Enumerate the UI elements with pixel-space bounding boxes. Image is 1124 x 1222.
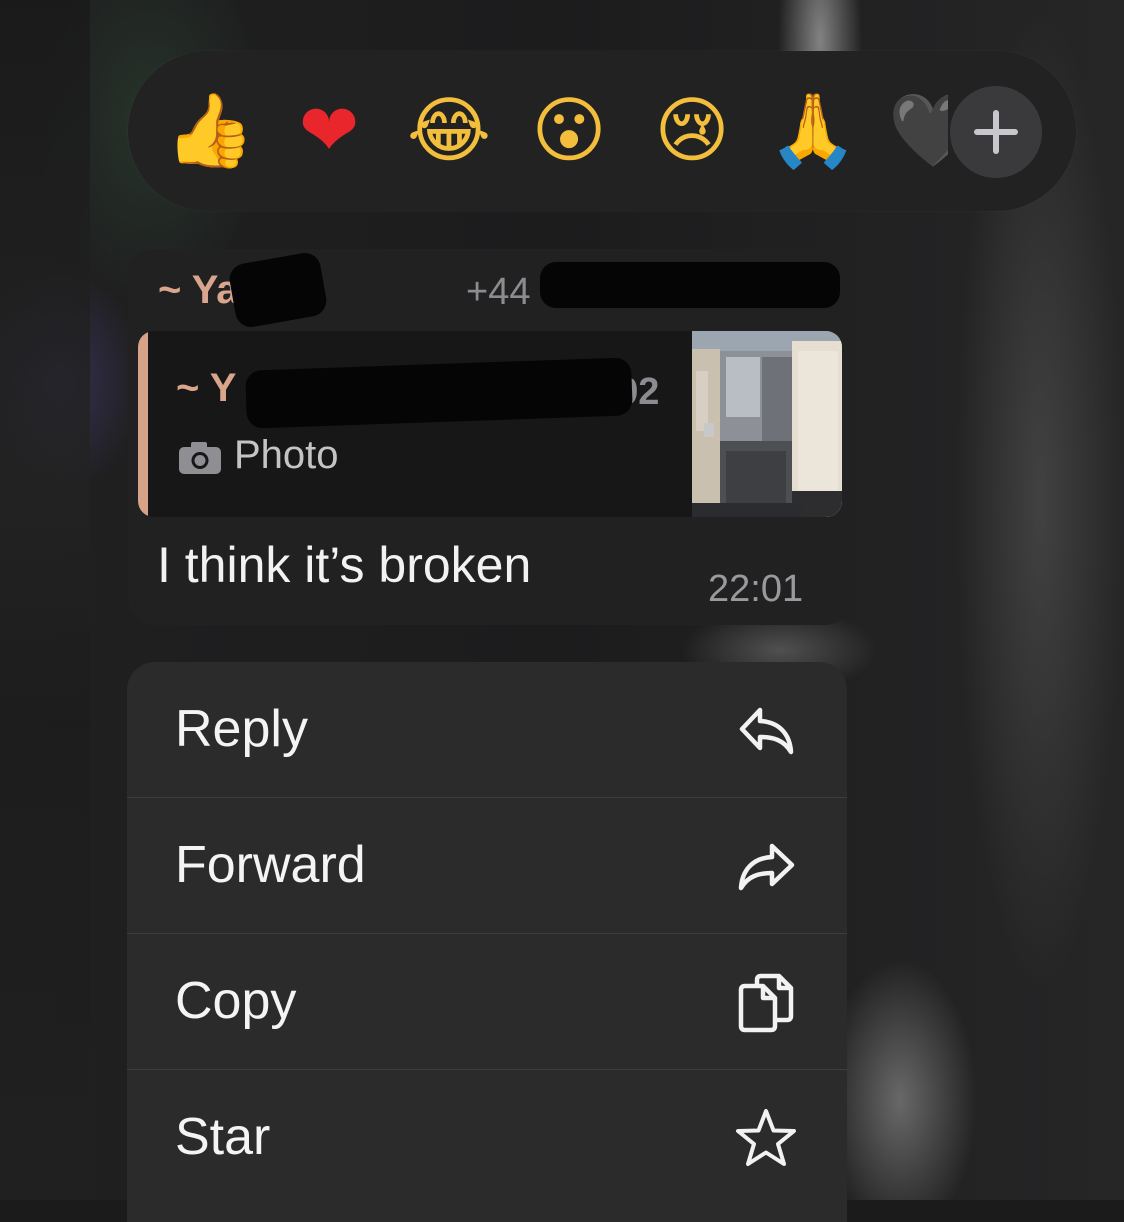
forward-icon: [738, 843, 795, 891]
reaction-surprised[interactable]: 😮: [525, 86, 613, 174]
copy-icon: [738, 973, 794, 1033]
menu-item-reply[interactable]: Reply: [127, 662, 847, 798]
background-edge: [0, 0, 90, 1200]
menu-item-label: Copy: [175, 972, 297, 1030]
message-text: I think it’s broken: [157, 537, 532, 593]
star-icon: [736, 1109, 796, 1166]
redaction-scribble: [540, 262, 840, 308]
quote-accent-bar: [138, 331, 148, 517]
more-reactions-button[interactable]: [950, 86, 1042, 178]
context-menu: Reply Forward Copy Star: [127, 662, 847, 1222]
quoted-type-label: Photo: [234, 433, 339, 477]
menu-item-label: Forward: [175, 836, 366, 894]
reaction-black-heart[interactable]: 🖤: [888, 86, 948, 174]
photo-thumbnail[interactable]: [692, 331, 842, 517]
menu-item-forward[interactable]: Forward: [127, 798, 847, 934]
sender-phone: +44: [466, 271, 531, 313]
reaction-thumbs-up[interactable]: 👍: [165, 86, 255, 174]
quoted-sender: ~ Y: [176, 366, 237, 410]
menu-item-label: Star: [175, 1108, 271, 1166]
menu-item-label: Reply: [175, 700, 308, 758]
menu-item-star[interactable]: Star: [127, 1070, 847, 1206]
reaction-red-heart[interactable]: ❤: [285, 86, 373, 174]
reaction-crying[interactable]: 😢: [648, 86, 736, 174]
plus-icon: [974, 110, 1018, 154]
menu-item-copy[interactable]: Copy: [127, 934, 847, 1070]
camera-icon: [179, 442, 221, 474]
reaction-praying-hands[interactable]: 🙏: [768, 86, 858, 174]
reaction-tears-of-joy[interactable]: 😂: [405, 86, 493, 174]
message-timestamp: 22:01: [708, 568, 804, 610]
reply-icon: [739, 707, 794, 755]
